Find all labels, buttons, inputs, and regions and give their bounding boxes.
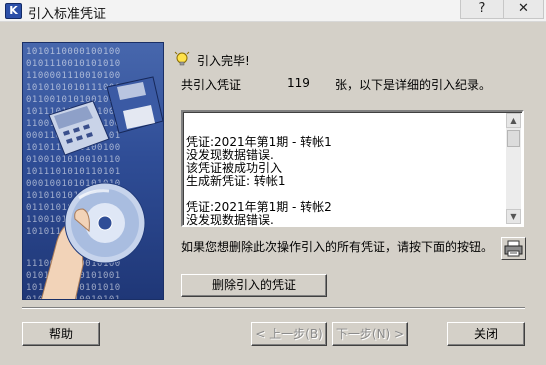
import-log-textarea[interactable]: 凭证:2021年第1期 - 转帐1 没发现数据错误. 该凭证被成功引入 生成新凭… [181, 110, 524, 227]
import-complete-text: 引入完毕! [197, 54, 250, 68]
app-logo-icon: K [5, 3, 22, 19]
help-title-button[interactable]: ? [460, 0, 504, 19]
log-lines: 凭证:2021年第1期 - 转帐1 没发现数据错误. 该凭证被成功引入 生成新凭… [186, 136, 506, 227]
window-title: 引入标准凭证 [28, 7, 107, 22]
scrollbar-thumb[interactable] [507, 130, 520, 147]
count-label: 共引入凭证 [181, 78, 242, 92]
arrow-down-icon[interactable]: ▼ [506, 209, 521, 224]
lightbulb-icon [174, 51, 190, 66]
close-button[interactable]: 关闭 [447, 322, 525, 346]
printer-icon [504, 240, 523, 257]
delete-hint-text: 如果您想删除此次操作引入的所有凭证，请按下面的按钮。 [181, 240, 494, 254]
next-step-button[interactable]: 下一步(N) > [332, 322, 408, 346]
help-button[interactable]: 帮助 [22, 322, 100, 346]
close-title-button[interactable]: ✕ [504, 0, 544, 19]
count-suffix: 张，以下是详细的引入纪录。 [335, 78, 492, 92]
title-bar: K 引入标准凭证 ? ✕ [0, 0, 546, 22]
print-button[interactable] [501, 237, 526, 260]
log-line: 没发现数据错误. [186, 213, 274, 227]
previous-step-button[interactable]: < 上一步(B) [251, 322, 327, 346]
footer-divider [22, 307, 525, 309]
log-line: 生成新凭证: 转帐1 [186, 174, 286, 188]
wizard-side-image: 1010110000100100 0101110010101010 110000… [22, 42, 164, 300]
vertical-scrollbar[interactable]: ▲ ▼ [506, 113, 521, 224]
finance-illustration-icon [41, 76, 163, 299]
arrow-up-icon[interactable]: ▲ [506, 113, 521, 128]
count-value: 119 [287, 76, 310, 90]
delete-imported-vouchers-button[interactable]: 删除引入的凭证 [181, 274, 327, 297]
